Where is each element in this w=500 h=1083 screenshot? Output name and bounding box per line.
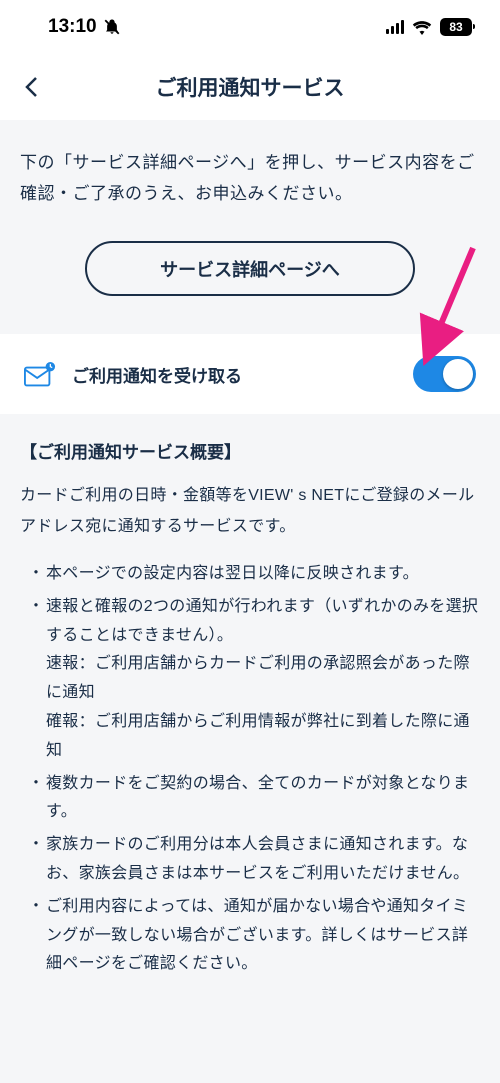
overview-section: 【ご利用通知サービス概要】 カードご利用の日時・金額等をVIEW' s NETに…: [0, 414, 500, 1007]
overview-desc: カードご利用の日時・金額等をVIEW' s NETにご登録のメールアドレス宛に通…: [20, 481, 480, 542]
battery-icon: 83: [440, 18, 472, 36]
page-title: ご利用通知サービス: [0, 72, 500, 102]
overview-bullet: 複数カードをご契約の場合、全てのカードが対象となります。: [28, 770, 480, 828]
back-icon[interactable]: [24, 76, 38, 98]
intro-text: 下の「サービス詳細ページへ」を押し、サービス内容をご確認・ご了承のうえ、お申込み…: [20, 148, 480, 209]
overview-title: 【ご利用通知サービス概要】: [20, 438, 480, 463]
wifi-icon: [412, 20, 432, 35]
overview-bullet-sub: 確報：ご利用店舗からご利用情報が弊社に到着した際に通知: [46, 708, 480, 766]
toggle-label: ご利用通知を受け取る: [72, 362, 242, 387]
notification-toggle[interactable]: [413, 356, 476, 392]
status-time-area: 13:10: [48, 16, 121, 38]
toggle-left: ご利用通知を受け取る: [24, 361, 242, 387]
status-time: 13:10: [48, 16, 97, 38]
signal-icon: [386, 20, 404, 34]
toggle-knob: [443, 359, 473, 389]
app-header: ご利用通知サービス: [0, 54, 500, 120]
intro-section: 下の「サービス詳細ページへ」を押し、サービス内容をご確認・ご了承のうえ、お申込み…: [0, 120, 500, 326]
silent-icon: [103, 18, 121, 36]
mail-notification-icon: [24, 361, 56, 387]
status-indicators: 83: [386, 18, 472, 36]
overview-bullet: ご利用内容によっては、通知が届かない場合や通知タイミングが一致しない場合がござい…: [28, 893, 480, 979]
status-bar: 13:10 83: [0, 0, 500, 54]
overview-bullet-sub: 速報：ご利用店舗からカードご利用の承認照会があった際に通知: [46, 650, 480, 708]
toggle-section: ご利用通知を受け取る: [0, 334, 500, 414]
overview-bullet: 速報と確報の2つの通知が行われます（いずれかのみを選択することはできません）。速…: [28, 593, 480, 766]
overview-bullets: 本ページでの設定内容は翌日以降に反映されます。速報と確報の2つの通知が行われます…: [20, 560, 480, 979]
overview-bullet: 家族カードのご利用分は本人会員さまに通知されます。なお、家族会員さまは本サービス…: [28, 831, 480, 889]
battery-level: 83: [449, 20, 462, 34]
overview-bullet: 本ページでの設定内容は翌日以降に反映されます。: [28, 560, 480, 589]
service-detail-button[interactable]: サービス詳細ページへ: [85, 241, 415, 296]
